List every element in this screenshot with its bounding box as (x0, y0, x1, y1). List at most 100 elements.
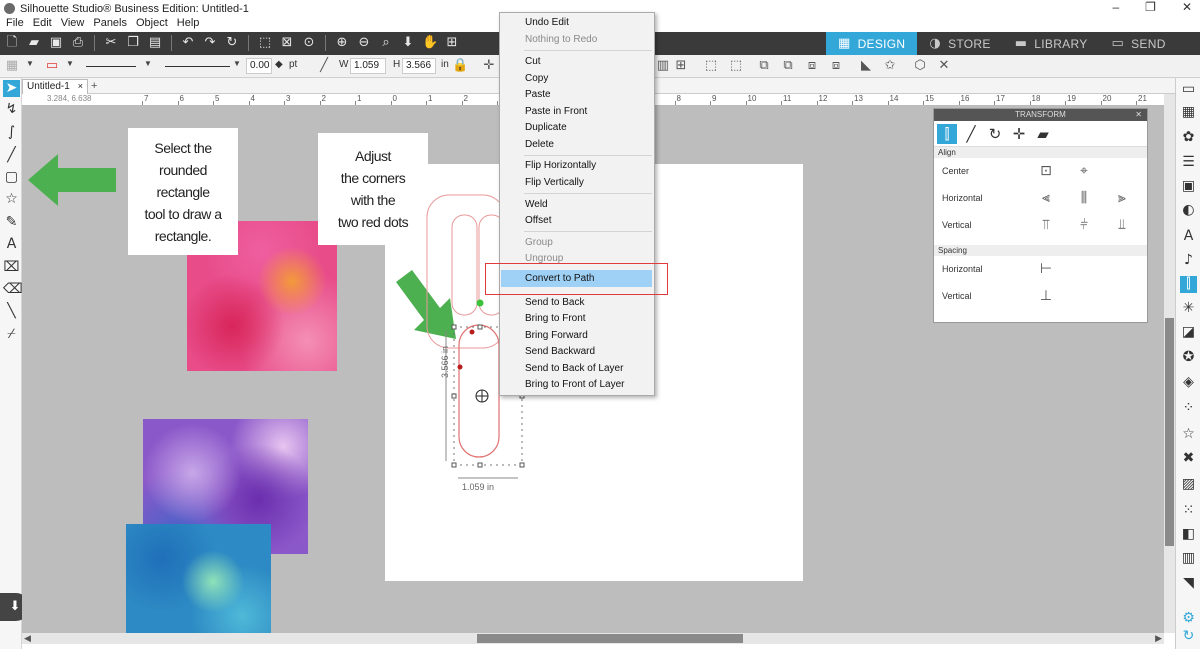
menu-item-cut[interactable]: Cut (525, 56, 541, 67)
trace-icon[interactable]: ◈ (1180, 374, 1197, 391)
pan-hand-icon[interactable]: ✋ (422, 35, 438, 51)
fill-icon[interactable]: ▣ (1180, 178, 1197, 195)
horizontal-scrollbar[interactable]: ◀ ▶ (22, 633, 1164, 644)
refresh-icon[interactable]: ↻ (224, 35, 240, 51)
tab-store[interactable]: ◑ STORE (917, 32, 1002, 55)
chevron-down-icon[interactable]: ▼ (66, 59, 74, 68)
scroll-right-icon[interactable]: ▶ (1155, 633, 1162, 644)
space-horizontal-icon[interactable]: ⊢ (1038, 261, 1054, 277)
brush-icon[interactable]: ╲ (3, 303, 20, 320)
move-down-icon[interactable]: ⬇ (400, 35, 416, 51)
maximize-button[interactable]: ❐ (1145, 0, 1156, 14)
line-weight-sample[interactable] (165, 66, 230, 67)
star-icon[interactable]: ✩ (882, 58, 898, 74)
menu-item-send-to-back[interactable]: Send to Back (525, 297, 584, 308)
select-all-icon[interactable]: ⬚ (257, 35, 273, 51)
group-icon[interactable]: ⧉ (756, 58, 772, 74)
hatch-icon[interactable]: ▨ (1180, 476, 1197, 493)
line-width-stepper[interactable]: ◆ (275, 59, 283, 70)
tab-send[interactable]: ▭ SEND (1100, 32, 1178, 55)
center-icon[interactable]: ⊡ (1038, 163, 1054, 179)
menu-item-bring-to-front[interactable]: Bring to Front (525, 313, 586, 324)
align-right-icon[interactable]: ⫸ (1114, 190, 1130, 206)
gradient-icon[interactable]: ◐ (1180, 202, 1197, 219)
copy-icon[interactable]: ❐ (125, 35, 141, 51)
delete-icon[interactable]: ✕ (936, 58, 952, 74)
align-top-icon[interactable]: ⫪ (1038, 217, 1054, 233)
star-tool-icon[interactable]: ☆ (3, 191, 20, 208)
replicate-icon[interactable]: ✳ (1180, 300, 1197, 317)
close-window-button[interactable]: ✕ (1182, 0, 1192, 14)
eraser-icon[interactable]: ⌫ (3, 281, 23, 298)
effects-icon[interactable]: ✖ (1180, 450, 1197, 467)
library-panel-icon[interactable]: ▥ (1180, 550, 1197, 567)
width-input[interactable]: 1.059 (350, 58, 386, 74)
settings-gear-icon[interactable]: ⚙ (1180, 610, 1197, 627)
arrange-icon[interactable]: ⬚ (728, 58, 744, 74)
menu-item-duplicate[interactable]: Duplicate (525, 122, 567, 133)
chevron-down-icon[interactable]: ▼ (233, 59, 241, 68)
rhinestone-icon[interactable]: ⁙ (1180, 502, 1197, 519)
eyedropper-icon[interactable]: ⌿ (3, 326, 20, 343)
menu-item-copy[interactable]: Copy (525, 73, 548, 84)
new-file-icon[interactable]: 🗋 (4, 35, 20, 51)
menu-view[interactable]: View (61, 17, 85, 32)
favorites-icon[interactable]: ☆ (1180, 426, 1197, 443)
print-icon[interactable]: ⎙ (70, 35, 86, 51)
palette-icon[interactable]: ✿ (1180, 129, 1197, 146)
vertical-scrollbar[interactable] (1164, 94, 1175, 633)
close-icon[interactable]: ✕ (1135, 109, 1142, 121)
curve-tool-icon[interactable]: ∫ (3, 124, 20, 141)
scale-tab-icon[interactable]: ╱ (961, 124, 981, 144)
line-style-sample[interactable] (86, 66, 136, 67)
line-tool-icon[interactable]: ╱ (316, 58, 332, 74)
close-tab-icon[interactable]: × (78, 81, 83, 91)
deselect-icon[interactable]: ⊠ (279, 35, 295, 51)
center-on-page-icon[interactable]: ⌖ (1076, 163, 1092, 179)
move-icon[interactable]: ✛ (481, 58, 497, 74)
menu-panels[interactable]: Panels (93, 17, 127, 32)
tab-library[interactable]: ▬ LIBRARY (1003, 32, 1100, 55)
cut-icon[interactable]: ✂ (103, 35, 119, 51)
menu-item-offset[interactable]: Offset (525, 215, 552, 226)
redo-icon[interactable]: ↷ (202, 35, 218, 51)
menu-item-send-to-back-of-layer[interactable]: Send to Back of Layer (525, 363, 623, 374)
space-vertical-icon[interactable]: ⊥ (1038, 288, 1054, 304)
offset-icon[interactable]: ✪ (1180, 349, 1197, 366)
menu-item-undo-edit[interactable]: Undo Edit (525, 17, 569, 28)
watercolor-swatch-teal[interactable] (126, 524, 271, 633)
text-tool-icon[interactable]: A (3, 236, 20, 253)
align-bottom-icon[interactable]: ⫫ (1114, 217, 1130, 233)
menu-item-bring-to-front-of-layer[interactable]: Bring to Front of Layer (525, 379, 625, 390)
menu-item-delete[interactable]: Delete (525, 139, 554, 150)
pencil-icon[interactable]: ✎ (3, 214, 20, 231)
line-color-icon[interactable]: ▭ (44, 58, 60, 74)
compound-icon[interactable]: ⧈ (804, 58, 820, 74)
page-setup-icon[interactable]: ▭ (1180, 81, 1197, 98)
line-tool-icon[interactable]: ╱ (3, 147, 20, 164)
center-align-icon[interactable]: ⊞ (673, 58, 689, 74)
point-edit-icon[interactable]: ↯ (3, 101, 20, 118)
fill-pattern-icon[interactable]: ▦ (4, 58, 20, 74)
height-input[interactable]: 3.566 (402, 58, 436, 74)
nesting-icon[interactable]: ⁘ (1180, 400, 1197, 417)
zoom-select-icon[interactable]: ⌕ (378, 35, 394, 51)
zoom-in-icon[interactable]: ⊕ (334, 35, 350, 51)
knife-tool-icon[interactable]: ⌧ (3, 259, 20, 276)
minimize-button[interactable]: – (1112, 0, 1119, 14)
layers-icon[interactable]: ◧ (1180, 526, 1197, 543)
shadow-icon[interactable]: ◣ (858, 58, 874, 74)
menu-file[interactable]: File (6, 17, 24, 32)
line-style-icon[interactable]: ☰ (1180, 154, 1197, 171)
release-compound-icon[interactable]: ⧈ (828, 58, 844, 74)
open-folder-icon[interactable]: ▰ (26, 35, 42, 51)
modify-icon[interactable]: ◪ (1180, 324, 1197, 341)
scroll-left-icon[interactable]: ◀ (24, 633, 31, 644)
align-icon[interactable]: ▥ (655, 58, 671, 74)
line-width-input[interactable]: 0.00 (246, 58, 272, 74)
add-tab-button[interactable]: + (91, 80, 97, 92)
text-style-icon[interactable]: A (1180, 228, 1197, 245)
undo-icon[interactable]: ↶ (180, 35, 196, 51)
chevron-down-icon[interactable]: ▼ (144, 59, 152, 68)
fit-page-icon[interactable]: ⊞ (444, 35, 460, 51)
